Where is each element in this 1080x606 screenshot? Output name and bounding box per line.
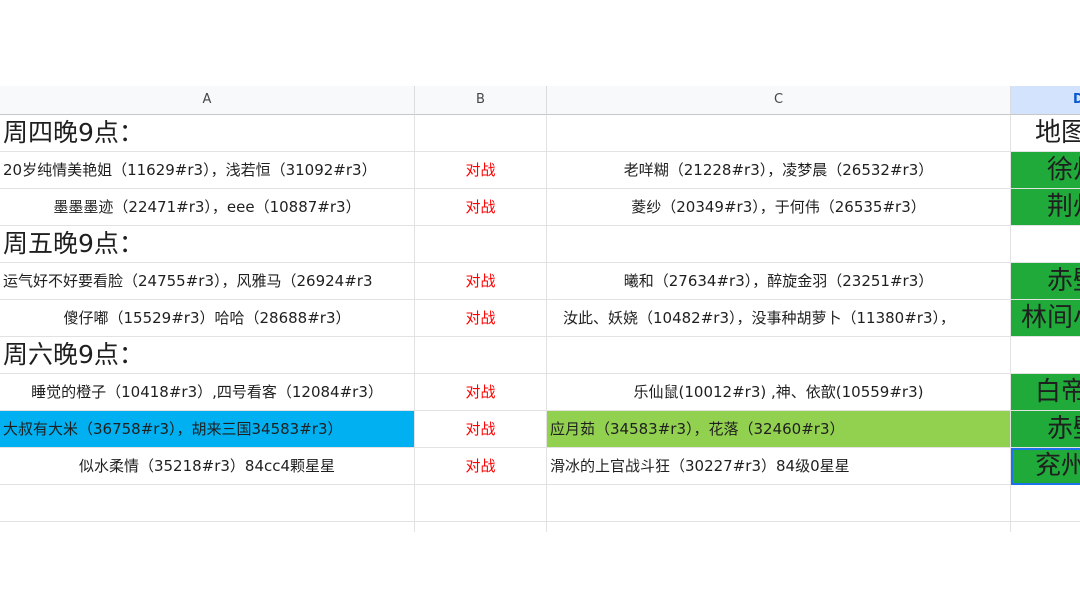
table-row: 墨墨墨迹（22471#r3），eee（10887#r3） 对战 菱纱（20349… [0, 189, 1080, 226]
cell-b[interactable]: 对战 [415, 411, 547, 448]
table-row: 运气好不好要看脸（24755#r3），风雅马（26924#r3 对战 曦和（27… [0, 263, 1080, 300]
cell-c[interactable] [547, 115, 1011, 152]
cell-a[interactable]: 周五晚9点： [0, 226, 415, 263]
cell-b[interactable] [415, 337, 547, 374]
cell-c[interactable]: 菱纱（20349#r3），于何伟（26535#r3） [547, 189, 1011, 226]
table-row [0, 522, 1080, 532]
column-header-d[interactable]: D [1011, 86, 1080, 115]
cell-b[interactable] [415, 485, 547, 522]
cell-d[interactable]: 荆州 [1011, 189, 1080, 226]
column-header-a[interactable]: A [0, 86, 415, 115]
table-row: 20岁纯情美艳姐（11629#r3），浅若恒（31092#r3） 对战 老咩糊（… [0, 152, 1080, 189]
cell-d[interactable]: 赤壁 [1011, 263, 1080, 300]
cell-c[interactable] [547, 522, 1011, 532]
table-row: 周六晚9点： [0, 337, 1080, 374]
cell-d[interactable]: 徐州 [1011, 152, 1080, 189]
column-header-b[interactable]: B [415, 86, 547, 115]
cell-b[interactable]: 对战 [415, 448, 547, 485]
cell-c[interactable]: 曦和（27634#r3），醉旋金羽（23251#r3） [547, 263, 1011, 300]
spreadsheet-grid: A B C D 周四晚9点： 地图 20岁纯情美艳姐（11629#r3），浅若恒… [0, 86, 1080, 532]
cell-a[interactable]: 傻仔嘟（15529#r3）哈哈（28688#r3） [0, 300, 415, 337]
cell-c[interactable] [547, 337, 1011, 374]
cell-c[interactable]: 汝此、妖娆（10482#r3），没事种胡萝卜（11380#r3）， [547, 300, 1011, 337]
cell-a[interactable]: 周六晚9点： [0, 337, 415, 374]
cell-c[interactable] [547, 226, 1011, 263]
cell-a[interactable]: 周四晚9点： [0, 115, 415, 152]
cell-a[interactable] [0, 485, 415, 522]
cell-b[interactable] [415, 115, 547, 152]
cell-c[interactable] [547, 485, 1011, 522]
cell-b[interactable]: 对战 [415, 374, 547, 411]
cell-d[interactable] [1011, 337, 1080, 374]
column-header-c[interactable]: C [547, 86, 1011, 115]
cell-a[interactable]: 睡觉的橙子（10418#r3）,四号看客（12084#r3） [0, 374, 415, 411]
table-row: 似水柔情（35218#r3）84cc4颗星星 对战 滑冰的上官战斗狂（30227… [0, 448, 1080, 485]
cell-c[interactable]: 滑冰的上官战斗狂（30227#r3）84级0星星 [547, 448, 1011, 485]
cell-c[interactable]: 应月茹（34583#r3），花落（32460#r3） [547, 411, 1011, 448]
cell-b[interactable] [415, 226, 547, 263]
cell-d[interactable]: 白帝 [1011, 374, 1080, 411]
cell-b[interactable]: 对战 [415, 263, 547, 300]
cell-a[interactable]: 运气好不好要看脸（24755#r3），风雅马（26924#r3 [0, 263, 415, 300]
cell-d[interactable] [1011, 522, 1080, 532]
table-row: 周五晚9点： [0, 226, 1080, 263]
cell-a[interactable] [0, 522, 415, 532]
cell-b[interactable]: 对战 [415, 152, 547, 189]
table-row: 大叔有大米（36758#r3），胡来三国34583#r3） 对战 应月茹（345… [0, 411, 1080, 448]
cell-a[interactable]: 20岁纯情美艳姐（11629#r3），浅若恒（31092#r3） [0, 152, 415, 189]
table-row: 傻仔嘟（15529#r3）哈哈（28688#r3） 对战 汝此、妖娆（10482… [0, 300, 1080, 337]
cell-a[interactable]: 大叔有大米（36758#r3），胡来三国34583#r3） [0, 411, 415, 448]
cell-d[interactable] [1011, 226, 1080, 263]
cell-c[interactable]: 乐仙鼠(10012#r3) ,神、依歆(10559#r3) [547, 374, 1011, 411]
cell-b[interactable] [415, 522, 547, 532]
cell-d[interactable] [1011, 485, 1080, 522]
table-row: 周四晚9点： 地图 [0, 115, 1080, 152]
cell-a[interactable]: 似水柔情（35218#r3）84cc4颗星星 [0, 448, 415, 485]
cell-c[interactable]: 老咩糊（21228#r3），凌梦晨（26532#r3） [547, 152, 1011, 189]
cell-d[interactable]: 赤壁 [1011, 411, 1080, 448]
cell-d-selected[interactable]: 兖州 [1011, 448, 1080, 485]
cell-d[interactable]: 地图 [1011, 115, 1080, 152]
cell-a[interactable]: 墨墨墨迹（22471#r3），eee（10887#r3） [0, 189, 415, 226]
cell-b[interactable]: 对战 [415, 189, 547, 226]
cell-b[interactable]: 对战 [415, 300, 547, 337]
table-row [0, 485, 1080, 522]
cell-d[interactable]: 林间小 [1011, 300, 1080, 337]
table-row: 睡觉的橙子（10418#r3）,四号看客（12084#r3） 对战 乐仙鼠(10… [0, 374, 1080, 411]
